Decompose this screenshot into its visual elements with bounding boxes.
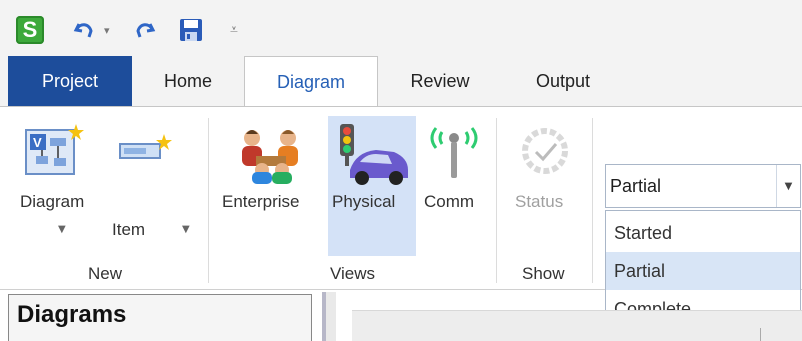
new-diagram-icon[interactable]: V	[24, 122, 90, 182]
svg-text:V: V	[33, 135, 42, 150]
tab-output[interactable]: Output	[506, 56, 620, 106]
app-logo-icon[interactable]: S	[16, 16, 44, 44]
tab-review[interactable]: Review	[388, 56, 492, 106]
customize-qat-icon[interactable]: ⩡	[230, 22, 238, 38]
enterprise-label: Enterprise	[222, 192, 300, 211]
diagram-canvas[interactable]	[352, 310, 802, 341]
diagrams-panel-title: Diagrams	[17, 301, 127, 328]
physical-label: Physical	[332, 192, 396, 211]
status-label: Status	[515, 192, 564, 211]
canvas-divider	[760, 328, 761, 341]
new-item-dropdown-icon[interactable]: ▼	[182, 224, 190, 235]
tab-project[interactable]: Project	[8, 56, 132, 106]
group-separator	[496, 118, 497, 283]
new-item-icon[interactable]	[118, 134, 178, 178]
quick-access-toolbar: S ▾ ⩡	[0, 0, 802, 56]
tab-home[interactable]: Home	[142, 56, 234, 106]
group-separator	[592, 118, 593, 283]
save-icon[interactable]	[178, 17, 204, 43]
new-item-label: Item	[112, 220, 146, 239]
chevron-down-icon[interactable]: ▼	[776, 165, 800, 207]
undo-icon[interactable]	[72, 18, 96, 42]
status-combo-value: Partial	[610, 176, 662, 196]
new-diagram-label: Diagram	[20, 192, 85, 211]
panel-splitter[interactable]	[322, 292, 336, 341]
tab-diagram[interactable]: Diagram	[244, 56, 378, 107]
physical-icon[interactable]	[336, 122, 412, 192]
enterprise-icon[interactable]	[236, 124, 306, 188]
group-separator	[208, 118, 209, 283]
group-label-views: Views	[330, 264, 376, 283]
status-icon	[520, 126, 570, 180]
group-label-new: New	[88, 264, 123, 283]
group-label-show: Show	[522, 264, 565, 283]
diagrams-panel-header: Diagrams	[8, 294, 312, 341]
comm-label: Comm	[424, 192, 475, 211]
undo-dropdown-arrow-icon[interactable]: ▾	[104, 24, 110, 37]
comm-icon[interactable]	[426, 122, 482, 186]
status-combo[interactable]: Partial ▼	[605, 164, 801, 208]
dropdown-option-started[interactable]: Started	[606, 214, 800, 252]
redo-icon[interactable]	[133, 18, 157, 42]
new-diagram-dropdown-icon[interactable]: ▼	[58, 224, 66, 235]
dropdown-option-partial[interactable]: Partial	[606, 252, 800, 290]
ribbon-tab-bar: Project Home Diagram Review Output	[0, 56, 802, 107]
